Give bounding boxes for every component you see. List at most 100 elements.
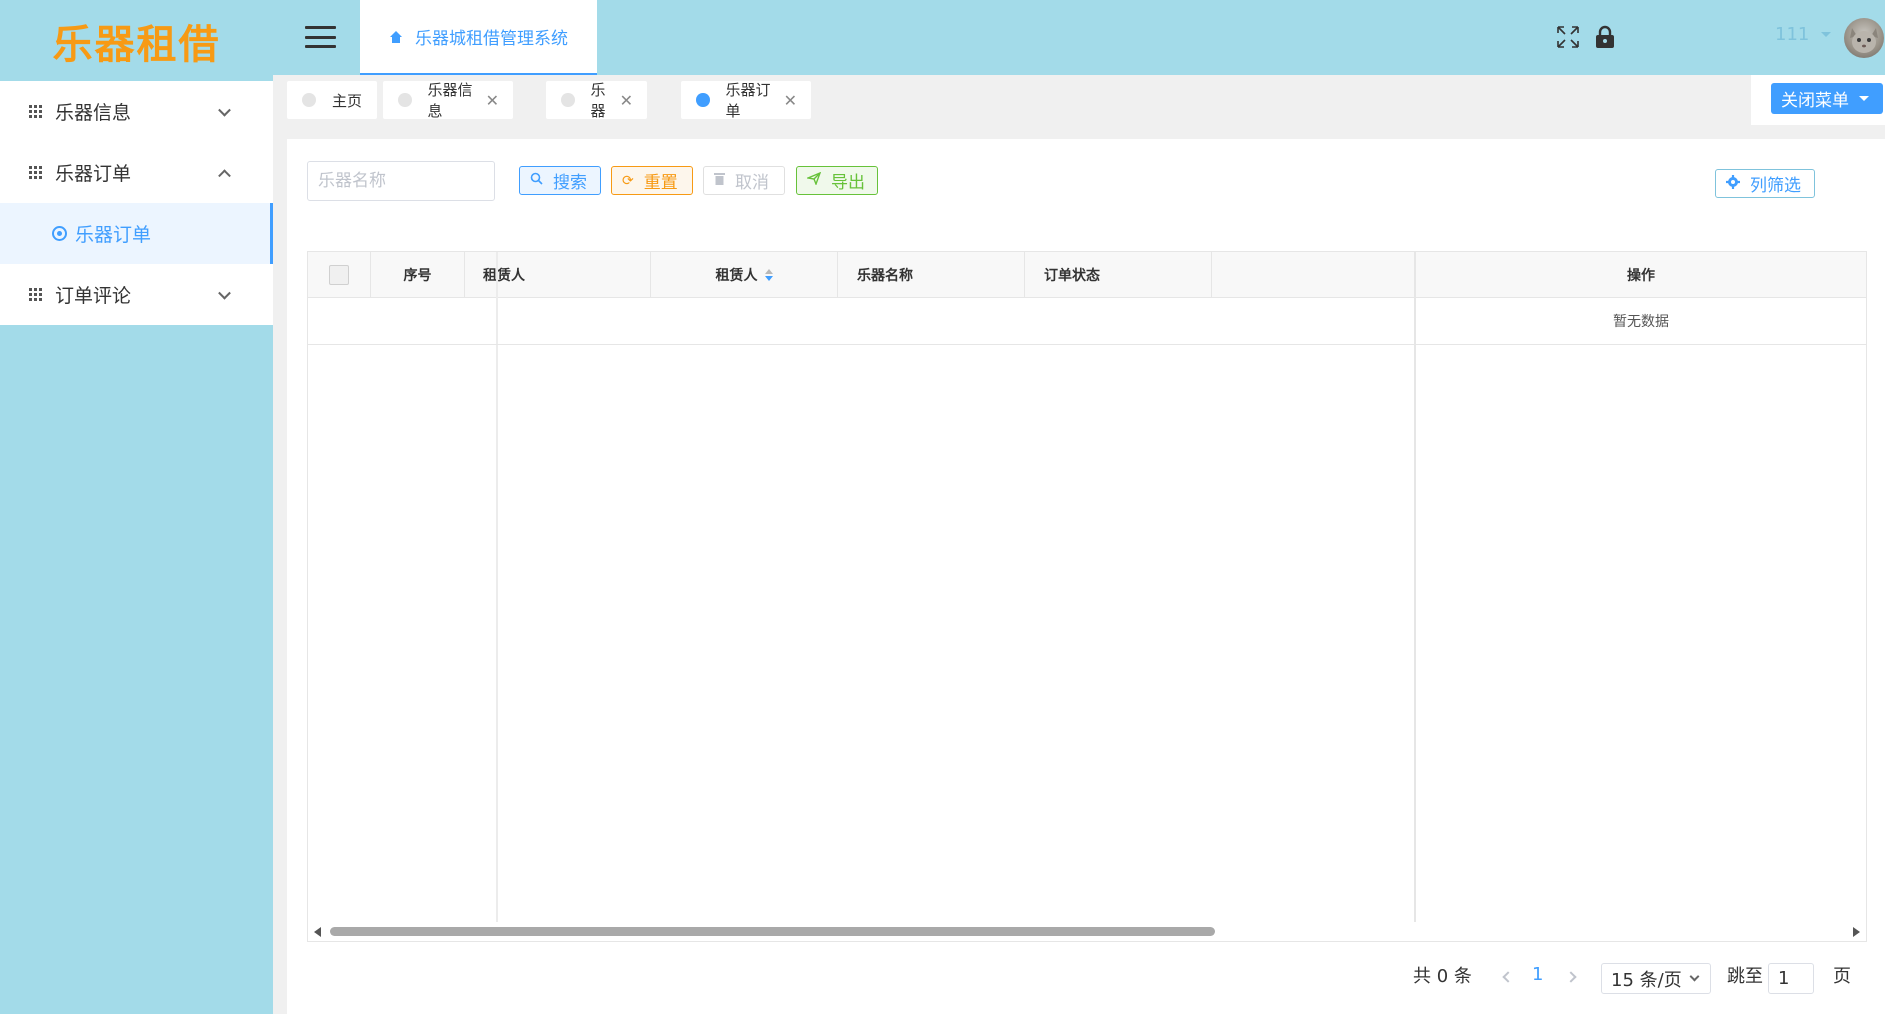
lock-icon[interactable] — [1595, 25, 1615, 49]
empty-text: 暂无数据 — [1613, 314, 1669, 330]
tag-home[interactable]: 主页 — [287, 81, 377, 119]
page-size-select[interactable]: 15 条/页 — [1601, 963, 1711, 994]
sidebar-item-label: 乐器订单 — [55, 163, 132, 185]
chevron-down-icon — [1689, 971, 1700, 982]
reset-button-label: 重置 — [643, 173, 678, 193]
column-header-label: 租赁人 — [715, 268, 758, 284]
column-header-renter[interactable]: 租赁人 — [465, 252, 651, 298]
tag-instrument-orders[interactable]: 乐器订单 ✕ — [681, 81, 811, 120]
sidebar-subitem-label: 乐器订单 — [75, 224, 152, 246]
home-icon — [389, 30, 403, 43]
chevron-down-icon — [218, 286, 231, 300]
breadcrumb[interactable]: 乐器城租借管理系统 — [360, 0, 597, 75]
scroll-left-icon[interactable] — [314, 927, 321, 937]
column-header-label: 序号 — [403, 268, 432, 284]
close-menu-button[interactable]: 关闭菜单 — [1771, 83, 1883, 114]
circle-icon — [52, 226, 67, 241]
fixed-column-divider — [496, 252, 498, 922]
close-menu-label: 关闭菜单 — [1781, 91, 1849, 111]
export-button[interactable]: 导出 — [796, 166, 878, 195]
page-number[interactable]: 1 — [1532, 964, 1543, 985]
chevron-up-icon — [218, 168, 231, 182]
grid-icon — [29, 287, 43, 302]
instrument-name-search-input[interactable] — [307, 161, 495, 201]
column-header-label: 租赁人 — [483, 268, 525, 284]
export-button-label: 导出 — [831, 173, 865, 193]
avatar[interactable] — [1844, 18, 1884, 58]
tag-instrument-info[interactable]: 乐器信息 ✕ — [383, 81, 513, 120]
trash-icon — [714, 172, 725, 189]
tag-label: 主页 — [332, 91, 363, 110]
gear-icon — [1726, 174, 1740, 193]
sidebar-item-instrument-orders[interactable]: 乐器订单 — [0, 142, 273, 203]
search-icon — [530, 172, 543, 189]
select-all-cell — [308, 252, 371, 298]
column-header-renter-sortable[interactable]: 租赁人 — [651, 252, 838, 298]
refresh-icon: ⟳ — [622, 172, 634, 189]
next-page-icon[interactable] — [1565, 971, 1577, 983]
breadcrumb-label: 乐器城租借管理系统 — [415, 29, 568, 49]
tag-label: 乐器订单 — [725, 81, 771, 120]
empty-row-actions: 暂无数据 — [1416, 298, 1866, 345]
tag-instrument[interactable]: 乐器 ✕ — [546, 81, 647, 120]
tag-label: 乐器信息 — [427, 81, 473, 120]
sidebar-item-label: 订单评论 — [55, 285, 132, 307]
close-icon[interactable]: ✕ — [784, 91, 797, 110]
prev-page-icon[interactable] — [1502, 971, 1514, 983]
sidebar-item-order-reviews[interactable]: 订单评论 — [0, 264, 273, 325]
column-filter-button[interactable]: 列筛选 — [1715, 169, 1815, 198]
cat-avatar-icon — [1850, 28, 1878, 53]
page-size-value: 15 条/页 — [1611, 969, 1682, 991]
logo: 乐器租借 — [0, 0, 273, 81]
sort-icon[interactable] — [764, 269, 773, 281]
menu-toggle-icon[interactable] — [305, 26, 336, 48]
column-header-instrument-name[interactable]: 乐器名称 — [838, 252, 1025, 298]
column-header-label: 乐器名称 — [857, 268, 913, 284]
top-header: 乐器城租借管理系统 111 — [273, 0, 1885, 75]
caret-down-icon — [1821, 32, 1832, 37]
horizontal-scrollbar[interactable] — [308, 921, 1866, 941]
grid-icon — [29, 165, 43, 180]
scroll-thumb[interactable] — [330, 927, 1215, 936]
caret-down-icon — [1859, 96, 1869, 101]
column-filter-label: 列筛选 — [1750, 176, 1801, 196]
cancel-button[interactable]: 取消 — [703, 166, 785, 195]
column-header-label: 订单状态 — [1044, 268, 1100, 284]
user-menu[interactable]: 111 — [1775, 24, 1832, 45]
select-all-checkbox[interactable] — [329, 265, 349, 285]
empty-row — [308, 298, 1414, 345]
close-menu-area: 关闭菜单 — [1751, 75, 1885, 125]
dot-icon — [696, 93, 710, 107]
tags-bar: 主页 乐器信息 ✕ 乐器 ✕ 乐器订单 ✕ 关闭菜单 — [273, 75, 1885, 125]
column-header-order-status[interactable]: 订单状态 — [1025, 252, 1212, 298]
sidebar-item-label: 乐器信息 — [55, 102, 132, 124]
sidebar-subitem-instrument-orders[interactable]: 乐器订单 — [0, 203, 273, 264]
dot-icon — [561, 93, 575, 107]
reset-button[interactable]: ⟳ 重置 — [611, 166, 693, 195]
close-icon[interactable]: ✕ — [486, 91, 499, 110]
sidebar-item-instrument-info[interactable]: 乐器信息 — [0, 81, 273, 142]
orders-table: 序号 租赁人 租赁人 乐器名称 订单状态 操作 暂无数据 — [307, 251, 1867, 942]
username: 111 — [1775, 24, 1810, 45]
total-count: 共 0 条 — [1413, 966, 1472, 987]
main-panel: 搜索 ⟳ 重置 取消 导出 列筛选 序号 租赁人 — [287, 139, 1885, 1014]
send-icon — [805, 171, 822, 189]
close-icon[interactable]: ✕ — [620, 91, 633, 110]
sidebar: 乐器租借 乐器信息 乐器订单 乐器订单 订单评论 — [0, 0, 273, 1014]
chevron-down-icon — [218, 103, 231, 117]
fullscreen-icon[interactable] — [1556, 25, 1580, 49]
column-header-index: 序号 — [371, 252, 465, 298]
dot-icon — [302, 93, 316, 107]
dot-icon — [398, 93, 412, 107]
tag-label: 乐器 — [590, 81, 606, 120]
search-button-label: 搜索 — [553, 173, 587, 193]
sidebar-menu: 乐器信息 乐器订单 乐器订单 订单评论 — [0, 81, 273, 325]
jump-label: 跳至 — [1727, 966, 1763, 987]
search-button[interactable]: 搜索 — [519, 166, 601, 195]
fixed-right-column — [1414, 252, 1866, 922]
jump-page-input[interactable] — [1768, 963, 1814, 994]
page-suffix: 页 — [1833, 966, 1851, 987]
scroll-right-icon[interactable] — [1853, 927, 1860, 937]
cancel-button-label: 取消 — [735, 173, 769, 193]
logo-text: 乐器租借 — [52, 21, 221, 68]
